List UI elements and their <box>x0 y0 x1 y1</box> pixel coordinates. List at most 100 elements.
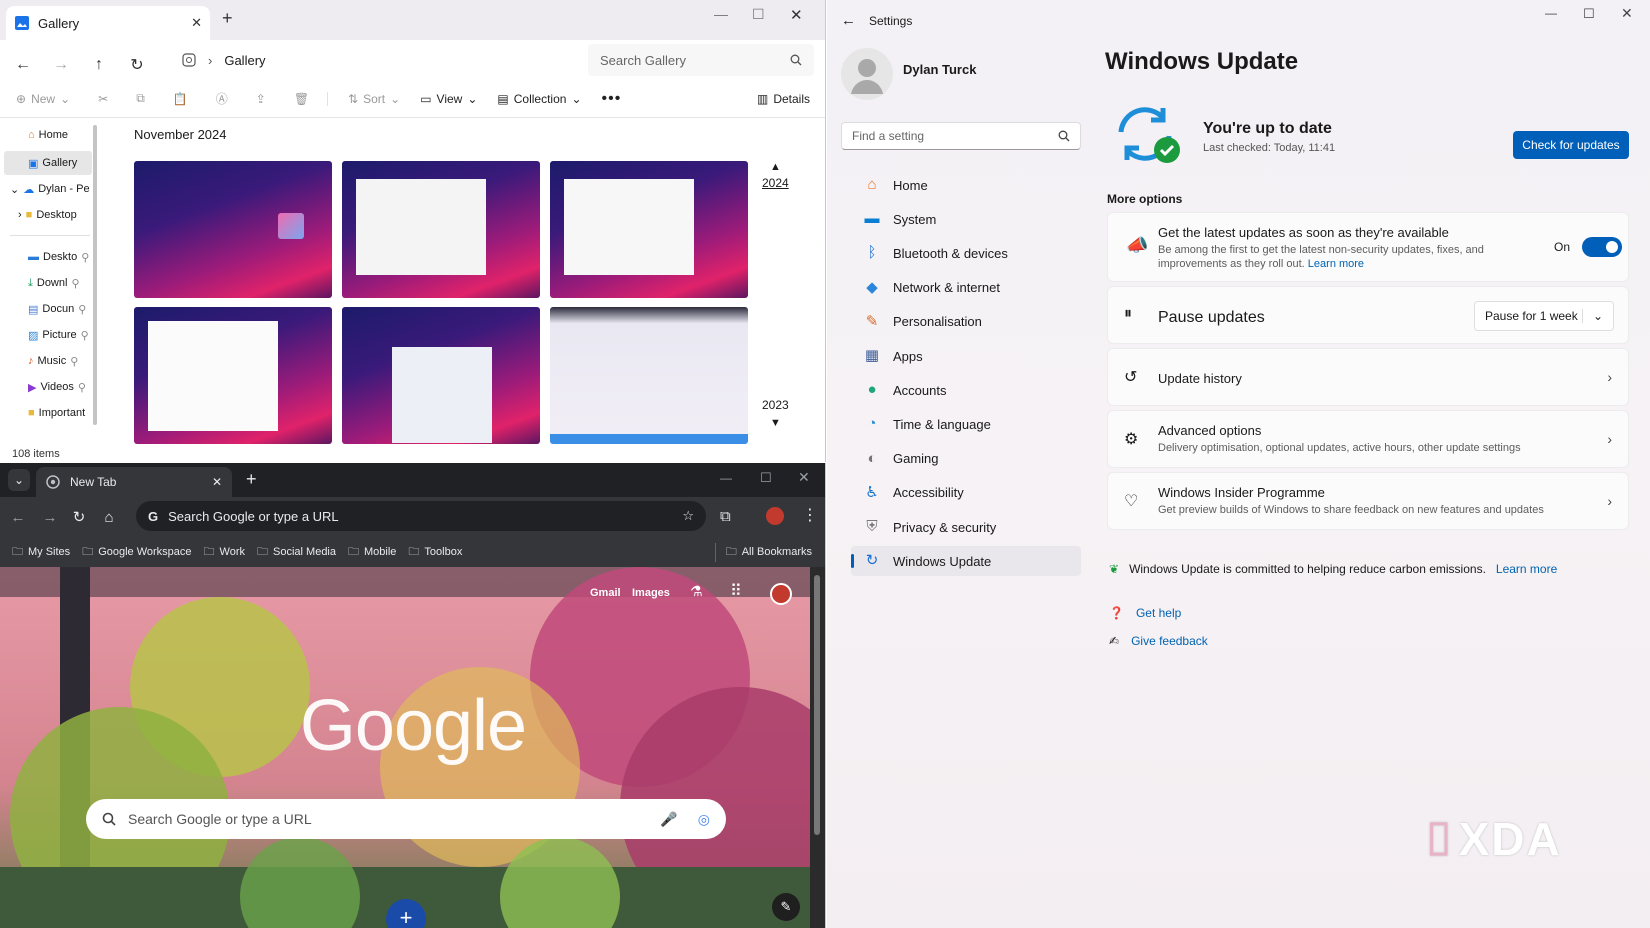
maximize-icon[interactable]: ☐ <box>752 6 765 23</box>
new-tab-icon[interactable]: + <box>222 8 233 29</box>
sidebar-item-desktop[interactable]: ▬ Deskto ⚲ <box>28 245 89 269</box>
account-avatar[interactable] <box>770 583 792 605</box>
sidebar-item-accounts[interactable]: ● Accounts <box>851 375 1081 405</box>
gallery-thumbnail[interactable] <box>134 307 332 444</box>
view-button[interactable]: ▭ View ⌄ <box>410 92 487 106</box>
delete-icon[interactable]: 🗑 <box>276 92 319 106</box>
new-button[interactable]: ⊕ New ⌄ <box>0 92 80 106</box>
get-help-link[interactable]: ❓ Get help <box>1109 606 1181 620</box>
bookmark-folder[interactable]: 🗀 Work <box>198 543 251 562</box>
sidebar-item-desktop-folder[interactable]: › ■ Desktop <box>18 203 77 227</box>
details-button[interactable]: ▥ Details <box>747 92 825 106</box>
sidebar-item-videos[interactable]: ▶ Videos ⚲ <box>28 375 86 399</box>
close-icon[interactable]: ✕ <box>798 469 810 486</box>
sidebar-item-system[interactable]: ▬ System <box>851 204 1081 234</box>
timeline-up-icon[interactable]: ▲ <box>770 161 781 173</box>
gallery-thumbnail[interactable] <box>550 307 748 444</box>
paste-icon[interactable]: 📋 <box>155 92 198 106</box>
give-feedback-link[interactable]: ✍ Give feedback <box>1109 634 1208 648</box>
back-icon[interactable]: ← <box>0 509 36 526</box>
sidebar-item-apps[interactable]: ▦ Apps <box>851 341 1081 371</box>
carbon-learn-more-link[interactable]: Learn more <box>1496 562 1557 576</box>
up-icon[interactable]: ↑ <box>80 56 118 74</box>
search-input[interactable]: Search Gallery <box>588 44 814 76</box>
customize-pencil-icon[interactable]: ✎ <box>772 893 800 921</box>
gallery-thumbnail[interactable] <box>342 307 540 444</box>
close-icon[interactable]: ✕ <box>790 6 803 24</box>
bookmark-folder[interactable]: 🗀 Google Workspace <box>76 543 197 562</box>
tab-gallery[interactable]: Gallery ✕ <box>6 6 210 40</box>
sidebar-item-personalisation[interactable]: ✎ Personalisation <box>851 307 1081 337</box>
bookmark-folder[interactable]: 🗀 Toolbox <box>402 543 468 562</box>
home-icon[interactable]: ⌂ <box>94 509 124 526</box>
sidebar-item-privacy-security[interactable]: ⛨ Privacy & security <box>851 512 1081 542</box>
close-icon[interactable]: ✕ <box>1621 5 1633 22</box>
maximize-icon[interactable]: ☐ <box>760 470 772 486</box>
sidebar-item-home[interactable]: ⌂ Home <box>851 170 1081 200</box>
find-setting-input[interactable]: Find a setting <box>841 122 1081 150</box>
learn-more-link[interactable]: Learn more <box>1308 258 1364 270</box>
sidebar-item-windows-update[interactable]: ↻ Windows Update <box>851 546 1081 577</box>
gmail-link[interactable]: Gmail <box>590 587 621 599</box>
timeline-year-top[interactable]: 2024 <box>762 176 789 190</box>
copy-icon[interactable]: ⧉ <box>118 91 155 106</box>
minimize-icon[interactable]: — <box>1545 6 1557 20</box>
avatar[interactable] <box>841 48 893 100</box>
sidebar-item-home[interactable]: ⌂ Home <box>28 123 68 147</box>
omnibox[interactable]: G Search Google or type a URL ☆ <box>136 501 706 531</box>
sidebar-item-gaming[interactable]: ◐ Gaming <box>851 444 1081 474</box>
voice-search-icon[interactable]: 🎤 <box>660 811 677 828</box>
sidebar-item-music[interactable]: ♪ Music ⚲ <box>28 349 78 373</box>
images-link[interactable]: Images <box>632 587 670 599</box>
tab-new-tab[interactable]: New Tab ✕ <box>36 467 232 497</box>
maximize-icon[interactable]: ☐ <box>1583 6 1595 22</box>
breadcrumb-gallery[interactable]: Gallery <box>224 53 265 68</box>
back-icon[interactable]: ← <box>841 12 856 29</box>
gallery-thumbnail[interactable] <box>342 161 540 298</box>
sort-button[interactable]: ⇅ Sort ⌄ <box>327 91 410 106</box>
profile-avatar[interactable] <box>766 507 784 525</box>
bookmark-star-icon[interactable]: ☆ <box>682 508 694 524</box>
gallery-thumbnail[interactable] <box>550 161 748 298</box>
all-bookmarks-button[interactable]: 🗀 All Bookmarks <box>714 542 818 562</box>
tab-search-icon[interactable]: ⌄ <box>8 469 30 491</box>
rename-icon[interactable]: Ⓐ <box>198 90 238 107</box>
collection-button[interactable]: ▤ Collection ⌄ <box>487 92 591 106</box>
sidebar-item-network-internet[interactable]: ◆ Network & internet <box>851 273 1081 303</box>
sidebar-item-accessibility[interactable]: ♿ Accessibility <box>851 478 1081 508</box>
sidebar-item-time-language[interactable]: ◔ Time & language <box>851 409 1081 439</box>
bookmark-folder[interactable]: 🗀 My Sites <box>6 543 76 562</box>
refresh-icon[interactable]: ↻ <box>118 55 156 75</box>
bookmark-folder[interactable]: 🗀 Social Media <box>251 543 342 562</box>
new-tab-icon[interactable]: + <box>246 469 257 490</box>
close-tab-icon[interactable]: ✕ <box>212 475 222 489</box>
sidebar-item-bluetooth-devices[interactable]: ᛒ Bluetooth & devices <box>851 238 1081 268</box>
menu-kebab-icon[interactable]: ⋮ <box>802 505 818 525</box>
back-icon[interactable]: ← <box>4 56 42 74</box>
extensions-icon[interactable]: ⧉ <box>720 508 731 525</box>
sidebar-item-pictures[interactable]: ▨ Picture ⚲ <box>28 323 89 347</box>
timeline-year-bottom[interactable]: 2023 <box>762 398 789 412</box>
latest-updates-toggle[interactable] <box>1582 237 1622 257</box>
sidebar-item-downloads[interactable]: ⤓ Downl ⚲ <box>28 271 80 295</box>
sidebar-scrollbar[interactable] <box>93 125 97 425</box>
sidebar-item-documents[interactable]: ▤ Docun ⚲ <box>28 297 86 321</box>
forward-icon[interactable]: → <box>36 509 64 526</box>
sidebar-item-important[interactable]: ■ Important <box>28 401 85 425</box>
minimize-icon[interactable]: — <box>714 6 728 22</box>
advanced-options-card[interactable]: ⚙ Advanced options Delivery optimisation… <box>1107 410 1629 468</box>
address-bar[interactable]: › Gallery <box>172 44 580 76</box>
bookmark-folder[interactable]: 🗀 Mobile <box>342 543 402 562</box>
insider-programme-card[interactable]: ♡ Windows Insider Programme Get preview … <box>1107 472 1629 530</box>
update-history-card[interactable]: ↺ Update history › <box>1107 348 1629 406</box>
check-for-updates-button[interactable]: Check for updates <box>1513 131 1629 159</box>
share-icon[interactable]: ⇪ <box>238 92 276 106</box>
reload-icon[interactable]: ↻ <box>64 508 94 526</box>
pause-duration-select[interactable]: Pause for 1 week ⌄ <box>1474 301 1614 331</box>
ntp-search-box[interactable]: Search Google or type a URL 🎤 ◎ <box>86 799 726 839</box>
close-tab-icon[interactable]: ✕ <box>191 15 202 31</box>
timeline-down-icon[interactable]: ▼ <box>770 417 781 429</box>
sidebar-item-onedrive[interactable]: ⌄ ☁ Dylan - Pe <box>10 177 90 201</box>
labs-flask-icon[interactable]: ⚗ <box>690 583 703 600</box>
cut-icon[interactable]: ✂ <box>80 92 118 106</box>
